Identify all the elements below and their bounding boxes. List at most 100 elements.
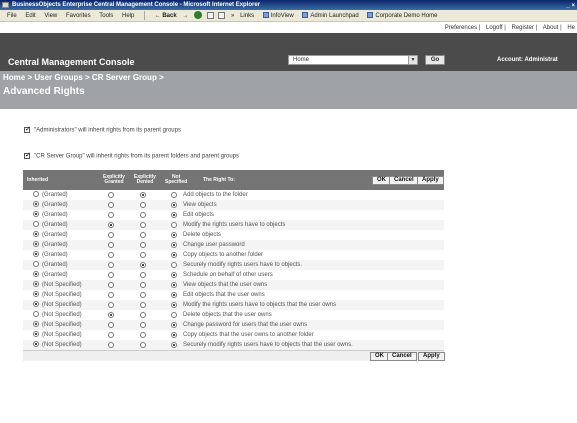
explicitly-granted-radio[interactable] bbox=[108, 262, 114, 268]
explicitly-granted-radio[interactable] bbox=[108, 292, 114, 298]
inherited-radio[interactable] bbox=[33, 211, 39, 217]
explicitly-denied-radio[interactable] bbox=[140, 212, 146, 218]
help-link[interactable]: He bbox=[567, 25, 575, 31]
not-specified-radio[interactable] bbox=[171, 262, 177, 268]
not-specified-radio[interactable] bbox=[171, 212, 177, 218]
menu-help[interactable]: Help bbox=[122, 10, 134, 22]
explicitly-granted-radio[interactable] bbox=[108, 272, 114, 278]
explicitly-granted-radio[interactable] bbox=[108, 242, 114, 248]
explicitly-granted-radio[interactable] bbox=[108, 342, 114, 348]
inherited-radio[interactable] bbox=[33, 271, 39, 277]
not-specified-radio[interactable] bbox=[171, 252, 177, 258]
inherited-radio[interactable] bbox=[33, 311, 39, 317]
inherited-radio[interactable] bbox=[33, 301, 39, 307]
explicitly-granted-radio[interactable] bbox=[108, 312, 114, 318]
inherited-radio[interactable] bbox=[33, 231, 39, 237]
not-specified-radio[interactable] bbox=[171, 192, 177, 198]
explicitly-denied-radio[interactable] bbox=[140, 302, 146, 308]
explicitly-denied-radio[interactable] bbox=[140, 282, 146, 288]
register-link[interactable]: Register bbox=[511, 25, 533, 31]
inherited-radio[interactable] bbox=[33, 291, 39, 297]
not-specified-radio[interactable] bbox=[171, 232, 177, 238]
not-specified-radio[interactable] bbox=[171, 302, 177, 308]
explicitly-granted-radio[interactable] bbox=[108, 282, 114, 288]
explicitly-granted-radio[interactable] bbox=[108, 212, 114, 218]
inherited-radio[interactable] bbox=[33, 331, 39, 337]
inherited-radio[interactable] bbox=[33, 191, 39, 197]
preferences-link[interactable]: Preferences bbox=[445, 25, 477, 31]
not-specified-radio[interactable] bbox=[171, 332, 177, 338]
inherited-radio[interactable] bbox=[33, 341, 39, 347]
apply-button-top[interactable]: Apply bbox=[417, 176, 444, 185]
ie-app-icon bbox=[2, 2, 9, 8]
col-inherited: Inherited bbox=[27, 177, 49, 183]
not-specified-radio[interactable] bbox=[171, 342, 177, 348]
menu-file[interactable]: File bbox=[7, 10, 17, 22]
inherited-value: (Granted) bbox=[42, 202, 68, 208]
link-infoview[interactable]: InfoView bbox=[262, 10, 294, 22]
explicitly-granted-radio[interactable] bbox=[108, 302, 114, 308]
inherited-cell: (Granted) bbox=[33, 250, 68, 260]
explicitly-denied-radio[interactable] bbox=[140, 242, 146, 248]
not-specified-radio[interactable] bbox=[171, 322, 177, 328]
not-specified-radio[interactable] bbox=[171, 282, 177, 288]
menu-favorites[interactable]: Favorites bbox=[66, 10, 91, 22]
link-admin-launchpad[interactable]: Admin Launchpad bbox=[302, 10, 359, 22]
explicitly-denied-radio[interactable] bbox=[140, 332, 146, 338]
not-specified-radio[interactable] bbox=[171, 242, 177, 248]
not-specified-radio[interactable] bbox=[171, 272, 177, 278]
chevron-down-icon[interactable]: ▼ bbox=[408, 56, 417, 64]
logoff-link[interactable]: Logoff bbox=[486, 25, 503, 31]
about-link[interactable]: About bbox=[543, 25, 559, 31]
explicitly-granted-radio[interactable] bbox=[108, 332, 114, 338]
menu-edit[interactable]: Edit bbox=[25, 10, 35, 22]
toolbar-more[interactable]: » bbox=[231, 10, 234, 22]
inherited-radio[interactable] bbox=[33, 201, 39, 207]
inherited-radio[interactable] bbox=[33, 261, 39, 267]
menu-tools[interactable]: Tools bbox=[99, 10, 113, 22]
explicitly-granted-radio[interactable] bbox=[108, 322, 114, 328]
inherited-value: (Not Specified) bbox=[42, 332, 82, 338]
explicitly-denied-radio[interactable] bbox=[140, 262, 146, 268]
explicitly-granted-radio[interactable] bbox=[108, 252, 114, 258]
breadcrumb[interactable]: Home > User Groups > CR Server Group > bbox=[3, 73, 164, 82]
navigation-select[interactable]: Home ▼ bbox=[288, 55, 418, 65]
go-button[interactable]: Go bbox=[425, 55, 445, 65]
cancel-button-bottom[interactable]: Cancel bbox=[387, 352, 417, 361]
inherit-folder-rights-checkbox[interactable] bbox=[24, 151, 31, 159]
explicitly-denied-radio[interactable] bbox=[140, 312, 146, 318]
table-body: (Granted) Add objects to the folder (Grant… bbox=[23, 190, 444, 350]
inherited-radio[interactable] bbox=[33, 321, 39, 327]
link-corporate-demo-home[interactable]: Corporate Demo Home bbox=[367, 10, 437, 22]
menu-view[interactable]: View bbox=[44, 10, 57, 22]
not-specified-radio[interactable] bbox=[171, 222, 177, 228]
refresh-icon[interactable] bbox=[206, 11, 214, 19]
inherit-group-rights-checkbox[interactable] bbox=[24, 125, 31, 133]
cancel-button-top[interactable]: Cancel bbox=[389, 176, 419, 185]
not-specified-radio[interactable] bbox=[171, 312, 177, 318]
inherited-radio[interactable] bbox=[33, 251, 39, 257]
explicitly-denied-radio[interactable] bbox=[140, 272, 146, 278]
back-button[interactable]: ← Back bbox=[155, 10, 177, 22]
explicitly-denied-radio[interactable] bbox=[140, 202, 146, 208]
apply-button-bottom[interactable]: Apply bbox=[418, 352, 445, 361]
inherited-radio[interactable] bbox=[33, 241, 39, 247]
explicitly-denied-radio[interactable] bbox=[140, 342, 146, 348]
inherited-radio[interactable] bbox=[33, 221, 39, 227]
explicitly-granted-radio[interactable] bbox=[108, 192, 114, 198]
not-specified-radio[interactable] bbox=[171, 202, 177, 208]
explicitly-granted-radio[interactable] bbox=[108, 202, 114, 208]
explicitly-denied-radio[interactable] bbox=[140, 292, 146, 298]
explicitly-denied-radio[interactable] bbox=[140, 252, 146, 258]
explicitly-denied-radio[interactable] bbox=[140, 232, 146, 238]
explicitly-denied-radio[interactable] bbox=[140, 222, 146, 228]
explicitly-denied-radio[interactable] bbox=[140, 322, 146, 328]
forward-button[interactable]: → bbox=[182, 10, 188, 22]
inherited-radio[interactable] bbox=[33, 281, 39, 287]
stop-icon[interactable] bbox=[194, 11, 203, 20]
explicitly-denied-radio[interactable] bbox=[140, 192, 146, 198]
not-specified-radio[interactable] bbox=[171, 292, 177, 298]
explicitly-granted-radio[interactable] bbox=[108, 232, 114, 238]
home-icon[interactable] bbox=[218, 11, 226, 19]
explicitly-granted-radio[interactable] bbox=[108, 222, 114, 228]
